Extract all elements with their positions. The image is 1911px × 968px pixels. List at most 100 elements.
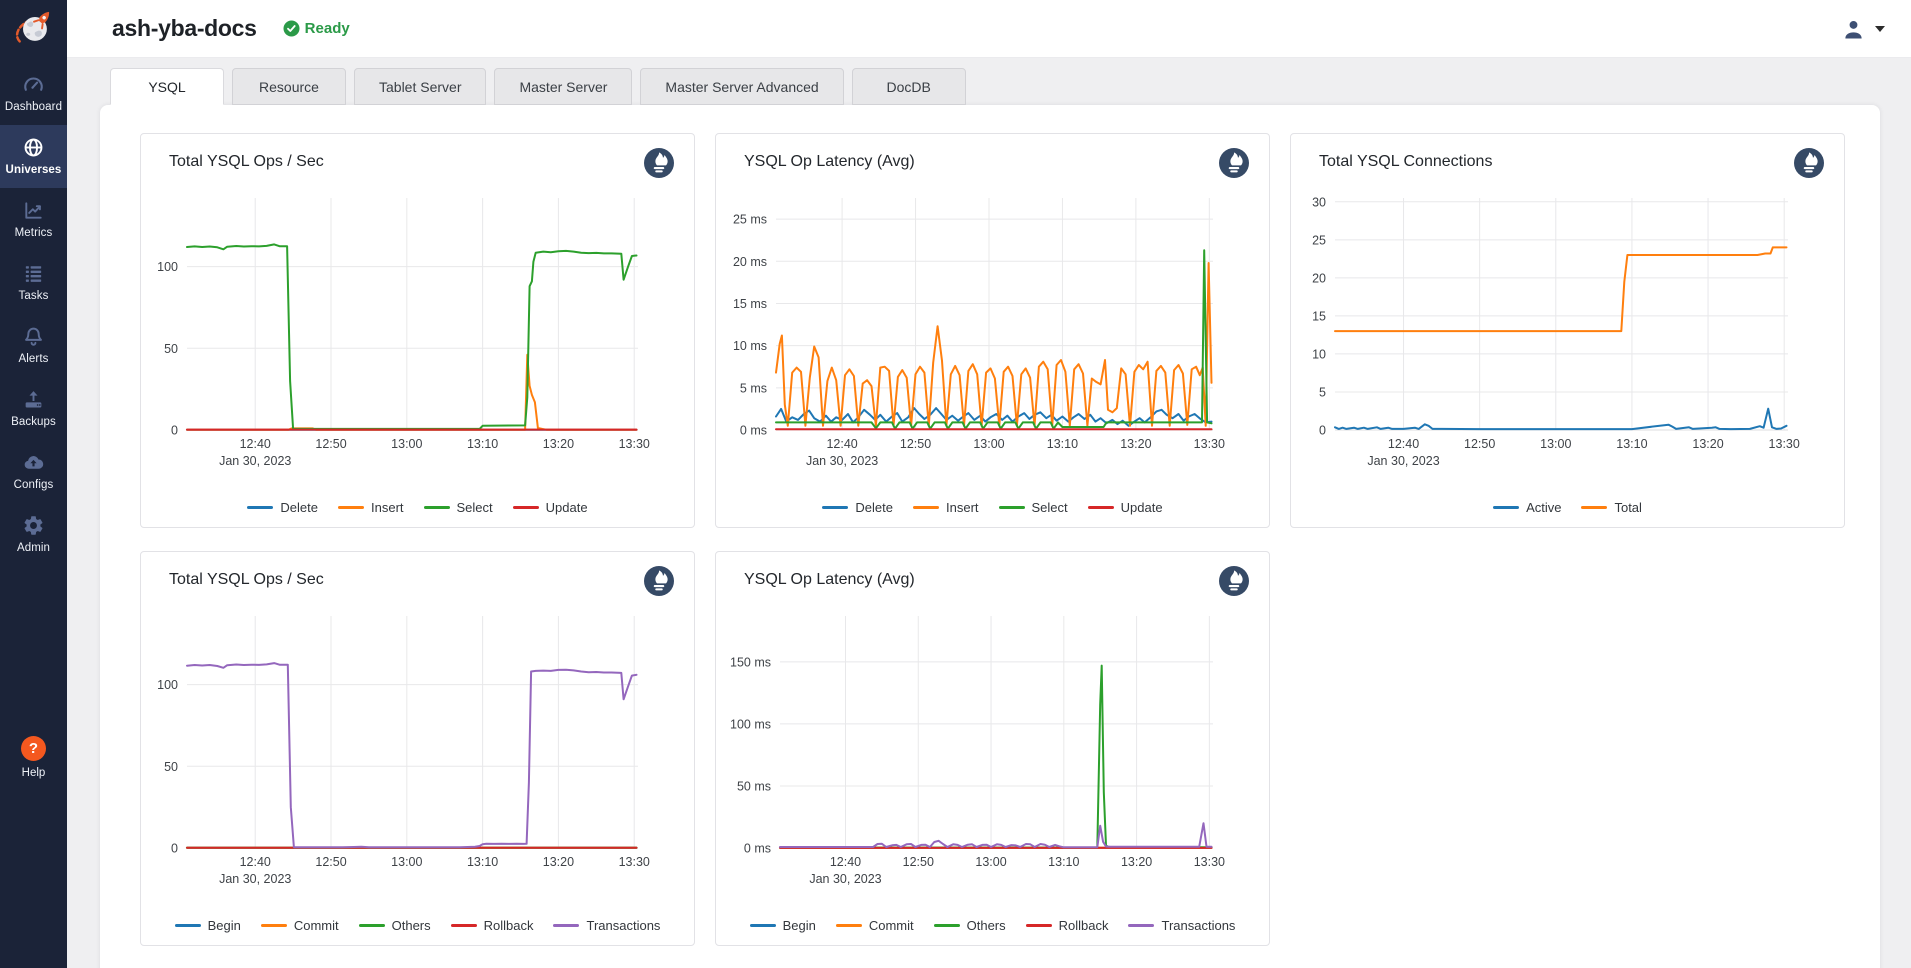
legend-item-select[interactable]: Select [424, 500, 493, 515]
legend-swatch [836, 924, 862, 927]
sidebar-item-universes[interactable]: Universes [0, 125, 67, 188]
legend-label: Update [546, 500, 588, 515]
tasks-icon [22, 262, 45, 285]
legend-swatch [1493, 506, 1519, 509]
chart-plot-area: 12:40Jan 30, 202312:5013:0013:1013:2013:… [716, 552, 1271, 947]
sidebar-item-backups[interactable]: Backups [0, 377, 67, 440]
legend-item-others[interactable]: Others [934, 918, 1006, 933]
sidebar-item-label: Universes [6, 164, 62, 176]
user-icon [1840, 16, 1867, 43]
yugabyte-logo-icon[interactable] [0, 0, 67, 56]
tab-tablet-server[interactable]: Tablet Server [354, 68, 486, 105]
legend-swatch [553, 924, 579, 927]
sidebar-item-label: Tasks [19, 290, 49, 302]
svg-text:10: 10 [1312, 347, 1326, 361]
tab-resource[interactable]: Resource [232, 68, 346, 105]
legend-item-insert[interactable]: Insert [338, 500, 404, 515]
legend-item-transactions[interactable]: Transactions [553, 918, 660, 933]
legend-item-commit[interactable]: Commit [836, 918, 914, 933]
legend-label: Active [1526, 500, 1561, 515]
sidebar-item-tasks[interactable]: Tasks [0, 251, 67, 314]
svg-text:12:50: 12:50 [315, 437, 346, 451]
status-badge: Ready [283, 20, 350, 37]
legend-item-total[interactable]: Total [1581, 500, 1641, 515]
user-menu[interactable] [1840, 0, 1885, 58]
alerts-icon [22, 325, 45, 348]
check-circle-icon [283, 20, 300, 37]
svg-text:0: 0 [171, 424, 178, 438]
sidebar-item-metrics[interactable]: Metrics [0, 188, 67, 251]
sidebar-item-alerts[interactable]: Alerts [0, 314, 67, 377]
legend-item-transactions[interactable]: Transactions [1128, 918, 1235, 933]
chart-legend: Delete Insert Select Update [141, 500, 694, 515]
svg-text:Jan 30, 2023: Jan 30, 2023 [809, 872, 881, 886]
sidebar: Dashboard Universes Metrics Tasks Alerts Back… [0, 0, 67, 968]
legend-swatch [999, 506, 1025, 509]
svg-text:25 ms: 25 ms [733, 213, 767, 227]
svg-text:10 ms: 10 ms [733, 339, 767, 353]
legend-swatch [338, 506, 364, 509]
legend-label: Others [392, 918, 431, 933]
legend-label: Insert [946, 500, 979, 515]
svg-text:12:50: 12:50 [315, 855, 346, 869]
svg-text:13:30: 13:30 [619, 437, 650, 451]
svg-text:0: 0 [171, 842, 178, 856]
sidebar-item-admin[interactable]: Admin [0, 503, 67, 566]
legend-item-update[interactable]: Update [1088, 500, 1163, 515]
sidebar-item-help[interactable]: ? Help [0, 736, 67, 779]
sidebar-item-label: Backups [11, 416, 56, 428]
svg-text:12:40: 12:40 [240, 437, 271, 451]
legend-label: Transactions [586, 918, 660, 933]
svg-text:13:20: 13:20 [543, 437, 574, 451]
svg-text:13:20: 13:20 [543, 855, 574, 869]
legend-swatch [1026, 924, 1052, 927]
svg-text:13:10: 13:10 [467, 437, 498, 451]
chart-legend: Begin Commit Others Rollback Transactions [716, 918, 1269, 933]
sidebar-item-dashboard[interactable]: Dashboard [0, 62, 67, 125]
svg-text:150 ms: 150 ms [730, 655, 771, 669]
svg-text:Jan 30, 2023: Jan 30, 2023 [219, 454, 291, 468]
svg-text:Jan 30, 2023: Jan 30, 2023 [219, 872, 291, 886]
legend-item-select[interactable]: Select [999, 500, 1068, 515]
tab-docdb[interactable]: DocDB [852, 68, 966, 105]
legend-item-delete[interactable]: Delete [822, 500, 893, 515]
svg-text:20: 20 [1312, 271, 1326, 285]
legend-item-rollback[interactable]: Rollback [1026, 918, 1109, 933]
legend-item-update[interactable]: Update [513, 500, 588, 515]
chart-card: Total YSQL Ops / Sec 12:40Jan 30, 202312… [140, 133, 695, 528]
legend-item-insert[interactable]: Insert [913, 500, 979, 515]
chart-card: Total YSQL Connections 12:40Jan 30, 2023… [1290, 133, 1845, 528]
svg-text:13:10: 13:10 [1048, 855, 1079, 869]
content-area: YSQLResourceTablet ServerMaster ServerMa… [67, 58, 1911, 968]
legend-item-begin[interactable]: Begin [750, 918, 816, 933]
chart-plot-area: 12:40Jan 30, 202312:5013:0013:1013:2013:… [141, 134, 696, 529]
legend-label: Delete [855, 500, 893, 515]
svg-text:5 ms: 5 ms [740, 381, 767, 395]
svg-text:12:40: 12:40 [830, 855, 861, 869]
svg-text:30: 30 [1312, 195, 1326, 209]
sidebar-item-configs[interactable]: Configs [0, 440, 67, 503]
legend-item-commit[interactable]: Commit [261, 918, 339, 933]
legend-label: Rollback [484, 918, 534, 933]
legend-item-others[interactable]: Others [359, 918, 431, 933]
metrics-tab-bar: YSQLResourceTablet ServerMaster ServerMa… [110, 68, 974, 105]
legend-label: Others [967, 918, 1006, 933]
chart-legend: Active Total [1291, 500, 1844, 515]
tab-master-server-advanced[interactable]: Master Server Advanced [640, 68, 843, 105]
svg-text:100 ms: 100 ms [730, 717, 771, 731]
svg-text:50: 50 [164, 342, 178, 356]
tab-master-server[interactable]: Master Server [494, 68, 632, 105]
svg-text:13:30: 13:30 [1769, 437, 1800, 451]
legend-item-delete[interactable]: Delete [247, 500, 318, 515]
svg-text:0 ms: 0 ms [744, 842, 771, 856]
svg-text:Jan 30, 2023: Jan 30, 2023 [806, 454, 878, 468]
svg-text:13:00: 13:00 [1540, 437, 1571, 451]
tab-ysql[interactable]: YSQL [110, 68, 224, 105]
legend-item-begin[interactable]: Begin [175, 918, 241, 933]
svg-text:15: 15 [1312, 309, 1326, 323]
legend-item-rollback[interactable]: Rollback [451, 918, 534, 933]
page-title: ash-yba-docs [112, 15, 257, 42]
legend-item-active[interactable]: Active [1493, 500, 1561, 515]
charts-grid: Total YSQL Ops / Sec 12:40Jan 30, 202312… [100, 105, 1880, 946]
legend-swatch [934, 924, 960, 927]
